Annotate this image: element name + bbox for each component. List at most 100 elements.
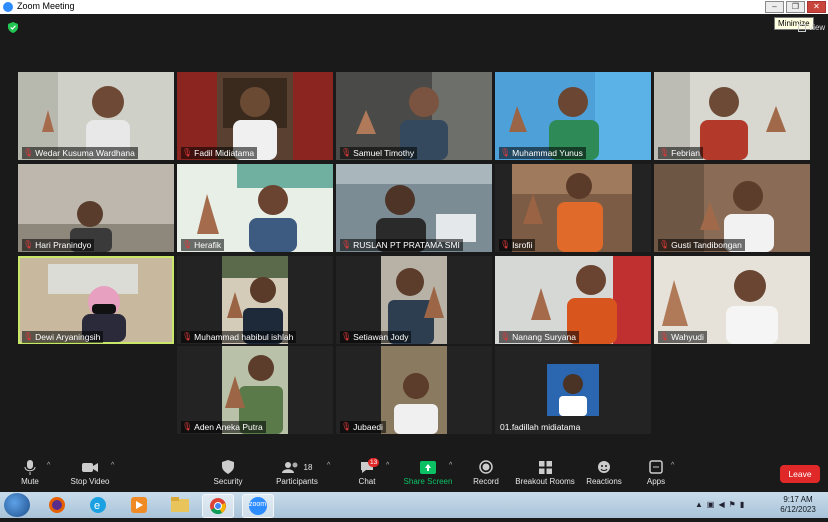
mic-muted-icon: 🎙 [341,240,352,249]
video-gallery: 🎙 Wedar Kusuma Wardhana 🎙 Fadil Midiatama … [0,40,828,450]
volume-icon[interactable]: ◀ [718,500,724,509]
view-button[interactable]: View [798,23,825,32]
record-icon [479,460,493,474]
breakout-rooms-button[interactable]: Breakout Rooms [514,459,576,486]
participants-button[interactable]: 18 Participants [274,459,320,486]
chrome-taskbar-icon[interactable] [202,494,234,518]
leave-button[interactable]: Leave [780,465,820,483]
show-hidden-icons-icon[interactable]: ▲ [695,500,703,509]
window-controls: – ❐ ✕ [765,1,826,13]
participant-tile[interactable]: 🎙 Muhammad habibul ishlah [177,256,333,344]
participant-tile[interactable]: 🎙 Nanang Suryana [495,256,651,344]
participant-tile[interactable]: 🎙 Herafik [177,164,333,252]
participants-count: 18 [303,462,313,472]
participant-name: 🎙 Jubaedi [340,421,386,433]
participant-name: 🎙 Hari Pranindyo [22,239,95,251]
record-button[interactable]: Record [470,459,502,486]
share-screen-button[interactable]: Share Screen [402,459,454,486]
mic-muted-icon: 🎙 [659,240,670,249]
mic-muted-icon: 🎙 [341,422,352,431]
security-shield-icon[interactable] [8,22,18,33]
mic-muted-icon: 🎙 [182,332,193,341]
chat-button[interactable]: 13 Chat [352,458,382,486]
participant-name: 🎙 Dewi Aryaningsih [22,331,104,343]
mic-muted-icon: 🎙 [500,148,511,157]
smiley-icon [598,461,610,473]
chat-unread-badge: 13 [368,458,380,467]
participant-tile[interactable]: 🎙 Aden Aneka Putra [177,346,333,434]
firefox-taskbar-icon[interactable] [42,494,72,516]
zoom-logo-icon [3,2,13,12]
participants-options-caret[interactable]: ^ [327,462,330,469]
mic-muted-icon: 🎙 [341,332,352,341]
mic-muted-icon: 🎙 [23,240,34,249]
participant-name: 🎙 Aden Aneka Putra [181,421,266,433]
media-player-taskbar-icon[interactable] [124,494,154,516]
reactions-button[interactable]: Reactions [586,459,622,486]
clock-date: 6/12/2023 [780,505,816,514]
signal-bars-icon[interactable]: ▮ [740,500,744,509]
restore-button[interactable]: ❐ [786,1,805,13]
participant-tile[interactable]: 🎙 Samuel Timothy [336,72,492,160]
windows-taskbar: e zoom ▲ ▣ ◀ ⚑ ▮ 9:17 AM 6/12/2023 [0,492,828,518]
participant-name: 🎙 Fadil Midiatama [181,147,258,159]
taskbar-clock[interactable]: 9:17 AM 6/12/2023 [774,495,822,515]
participant-name: 🎙 Muhammad habibul ishlah [181,331,297,343]
mute-button[interactable]: Mute [14,459,46,486]
participant-name: 🎙 Herafik [181,239,225,251]
shield-icon [222,460,234,474]
mic-muted-icon: 🎙 [341,148,352,157]
audio-options-caret[interactable]: ^ [47,462,50,469]
security-button[interactable]: Security [210,459,246,486]
participant-name: 01.fadillah midiatama [500,422,581,432]
zoom-taskbar-icon[interactable]: zoom [242,494,274,518]
mic-muted-icon: 🎙 [500,332,511,341]
meeting-toolbar: Mute ^ Stop Video ^ Security 18 Particip… [0,456,828,492]
internet-explorer-taskbar-icon[interactable]: e [83,494,113,516]
participant-name: 🎙 Wahyudi [658,331,707,343]
mic-muted-icon: 🎙 [182,240,193,249]
participant-tile[interactable]: 🎙 Gusti Tandibongan [654,164,810,252]
action-center-flag-icon[interactable]: ⚑ [729,500,736,509]
apps-icon [649,460,663,474]
mic-muted-icon: 🎙 [659,148,670,157]
chat-options-caret[interactable]: ^ [386,462,389,469]
network-icon[interactable]: ▣ [707,500,715,509]
participant-tile-no-video[interactable]: 01.fadillah midiatama [495,346,651,434]
participant-tile-active-speaker[interactable]: 🎙 Dewi Aryaningsih [18,256,174,344]
microphone-icon [24,460,36,475]
breakout-rooms-icon [538,460,552,474]
window-titlebar: Zoom Meeting – ❐ ✕ [0,0,828,14]
participant-tile[interactable]: 🎙 Hari Pranindyo [18,164,174,252]
window-title: Zoom Meeting [17,1,75,11]
participant-name: 🎙 Setiawan Jody [340,331,412,343]
participant-name: 🎙 Gusti Tandibongan [658,239,745,251]
close-button[interactable]: ✕ [807,1,826,13]
mic-muted-icon: 🎙 [182,148,193,157]
windows-start-button[interactable] [4,493,30,517]
video-options-caret[interactable]: ^ [111,462,114,469]
participant-tile[interactable]: 🎙 Febrian [654,72,810,160]
share-options-caret[interactable]: ^ [449,462,452,469]
file-explorer-taskbar-icon[interactable] [165,494,195,516]
participant-tile[interactable]: 🎙 Jubaedi [336,346,492,434]
participant-name: 🎙 Muhammad Yunus [499,147,586,159]
apps-options-caret[interactable]: ^ [671,462,674,469]
participant-tile[interactable]: 🎙 Wahyudi [654,256,810,344]
participant-name: 🎙 Nanang Suryana [499,331,579,343]
stop-video-button[interactable]: Stop Video [68,459,112,486]
participant-tile[interactable]: 🎙 RUSLAN PT PRATAMA SMI [336,164,492,252]
participant-name: 🎙 Wedar Kusuma Wardhana [22,147,138,159]
participant-tile[interactable]: 🎙 Wedar Kusuma Wardhana [18,72,174,160]
apps-button[interactable]: Apps [642,459,670,486]
clock-time: 9:17 AM [783,495,813,504]
minimize-button[interactable]: – [765,1,784,13]
share-screen-icon [420,460,436,474]
participant-tile[interactable]: 🎙 Setiawan Jody [336,256,492,344]
participant-tile[interactable]: 🎙 Muhammad Yunus [495,72,651,160]
participant-name: 🎙 Febrian [658,147,703,159]
participant-tile[interactable]: 🎙 Fadil Midiatama [177,72,333,160]
mic-muted-icon: 🎙 [182,422,193,431]
participant-tile[interactable]: 🎙 Isrofii [495,164,651,252]
mic-muted-icon: 🎙 [23,148,34,157]
